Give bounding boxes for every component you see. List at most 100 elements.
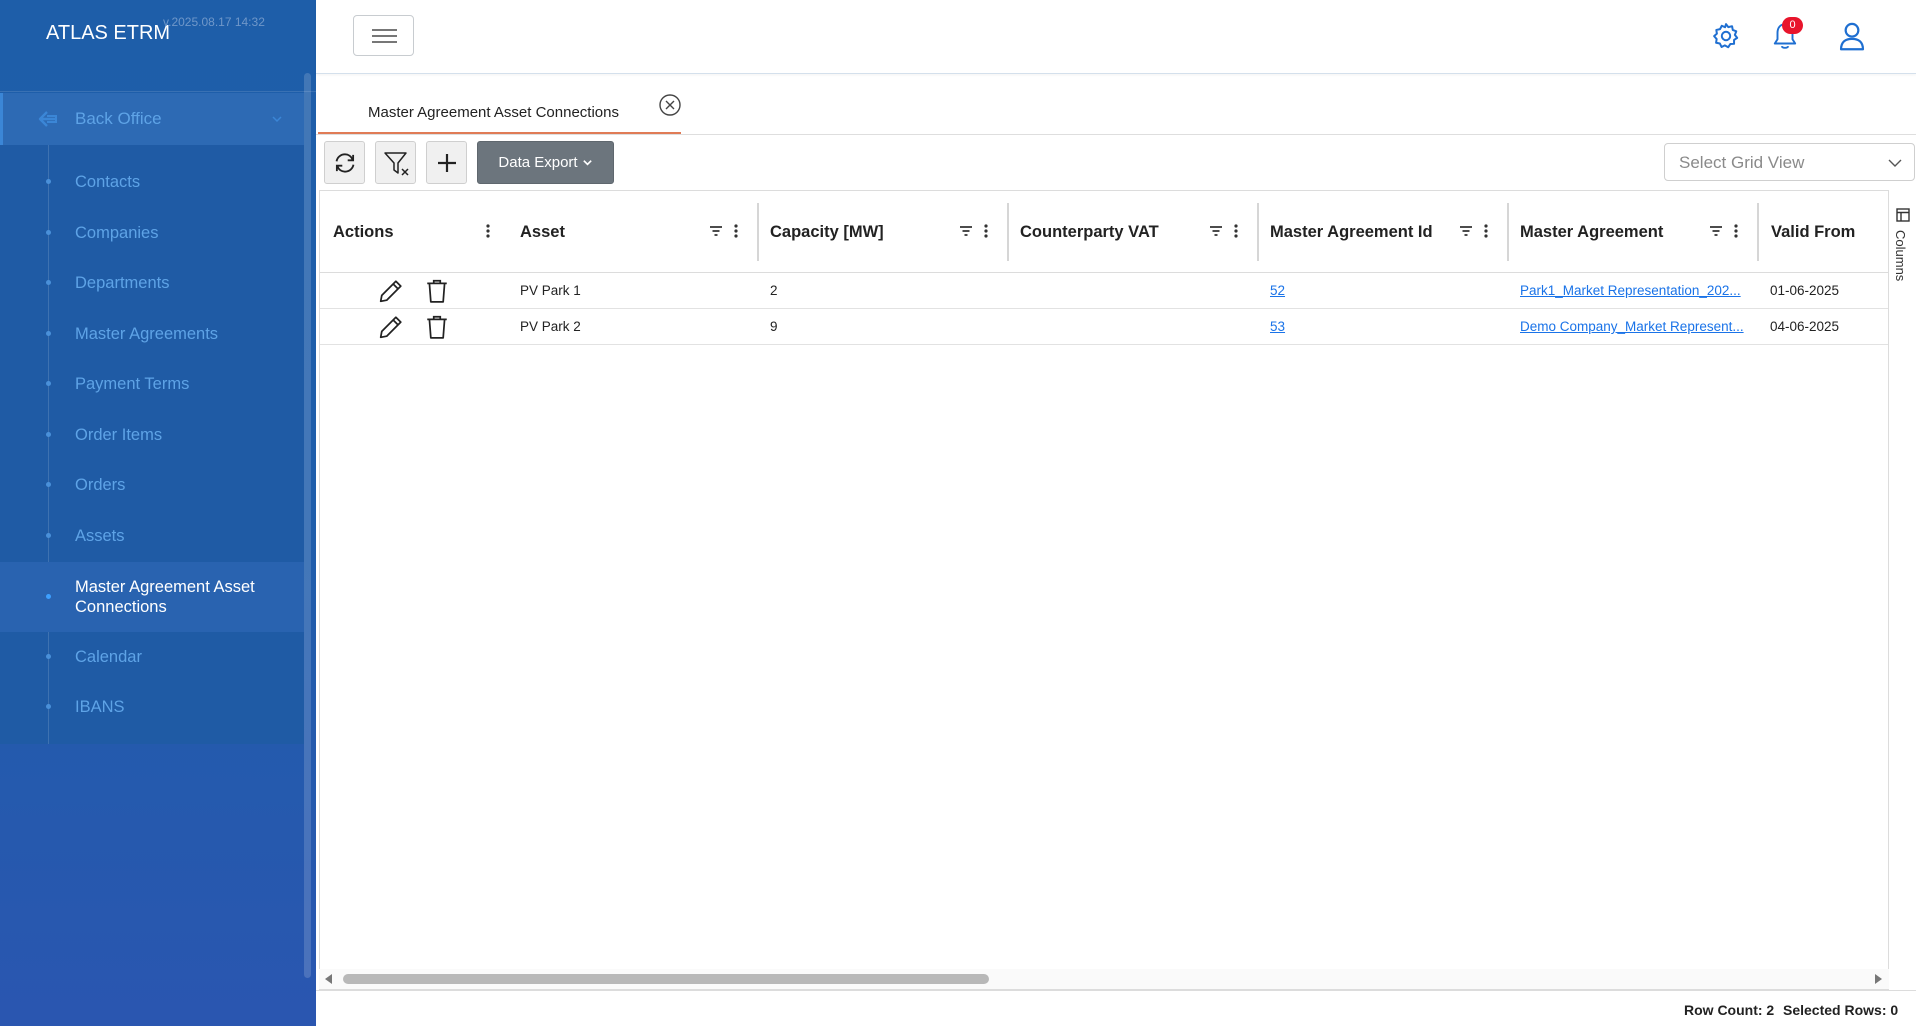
table-row[interactable]: PV Park 1 2 52 Park1_Market Representati… (320, 273, 1888, 309)
sidebar-item-label: Assets (75, 527, 125, 545)
scrollbar-thumb[interactable] (343, 974, 989, 984)
edit-pencil-icon[interactable] (378, 278, 404, 304)
grid-status-bar: Row Count: 2 Selected Rows: 0 (316, 990, 1916, 1026)
column-header-master-agreement[interactable]: Master Agreement (1509, 191, 1759, 273)
edit-pencil-icon[interactable] (378, 314, 404, 340)
bullet-icon (46, 654, 51, 659)
filter-icon[interactable] (709, 224, 723, 238)
columns-side-panel-toggle[interactable]: Columns (1888, 190, 1916, 990)
menu-toggle-button[interactable] (353, 15, 414, 56)
bullet-icon (46, 482, 51, 487)
sidebar-item-departments[interactable]: Departments (0, 258, 304, 308)
sidebar-item-label: IBANS (75, 698, 125, 716)
filter-icon[interactable] (959, 224, 973, 238)
column-title: Counterparty VAT (1020, 223, 1159, 241)
sidebar-item-calendar[interactable]: Calendar (0, 632, 304, 682)
close-icon[interactable] (658, 93, 682, 117)
gear-icon[interactable] (1712, 22, 1740, 50)
grid-header: Actions Asset Capacity [MW] Counterparty… (320, 191, 1888, 273)
column-header-actions[interactable]: Actions (320, 191, 508, 273)
sidebar-item-label: Master Agreements (75, 325, 219, 343)
refresh-icon (335, 153, 355, 173)
master-agreement-link[interactable]: Demo Company_Market Represent... (1520, 319, 1746, 334)
bullet-icon (46, 533, 51, 538)
top-header (316, 0, 1916, 74)
sidebar-item-master-agreements[interactable]: Master Agreements (0, 309, 304, 359)
data-export-dropdown-button[interactable]: Data Export (477, 141, 614, 184)
clear-filters-button[interactable] (375, 141, 416, 184)
delete-trash-icon[interactable] (424, 314, 450, 340)
table-row[interactable]: PV Park 2 9 53 Demo Company_Market Repre… (320, 309, 1888, 345)
column-menu-icon[interactable] (1233, 223, 1239, 239)
sidebar-item-contacts[interactable]: Contacts (0, 157, 304, 207)
column-header-master-agreement-id[interactable]: Master Agreement Id (1259, 191, 1509, 273)
column-header-asset[interactable]: Asset (508, 191, 759, 273)
menu-icon (372, 29, 397, 31)
filter-icon[interactable] (1709, 224, 1723, 238)
scroll-left-icon[interactable] (324, 974, 334, 984)
sidebar-item-orders[interactable]: Orders (0, 460, 304, 510)
column-title: Master Agreement Id (1270, 223, 1433, 241)
sidebar-item-label: Master Agreement Asset Connections (75, 578, 255, 616)
column-title: Capacity [MW] (770, 223, 884, 241)
master-agreement-link[interactable]: Park1_Market Representation_202... (1520, 283, 1746, 298)
sidebar-section-back-office[interactable]: Back Office (0, 93, 304, 145)
column-header-counterparty-vat[interactable]: Counterparty VAT (1009, 191, 1259, 273)
sidebar-divider (0, 91, 316, 92)
tab-master-agreement-asset-connections[interactable]: Master Agreement Asset Connections (318, 90, 681, 134)
chevron-down-icon (1888, 159, 1902, 167)
sidebar-item-order-items[interactable]: Order Items (0, 410, 304, 460)
column-menu-icon[interactable] (1483, 223, 1489, 239)
sidebar-section-label: Back Office (75, 109, 162, 128)
grid-view-select[interactable]: Select Grid View (1664, 143, 1915, 181)
bullet-icon (46, 179, 51, 184)
column-title: Asset (520, 223, 565, 241)
sidebar-item-master-agreement-asset-connections[interactable]: Master Agreement Asset Connections (0, 562, 304, 632)
sidebar-scrollbar[interactable] (304, 73, 311, 978)
selected-rows-status: Selected Rows: 0 (1783, 1002, 1898, 1018)
cell-asset: PV Park 1 (520, 283, 581, 298)
column-menu-icon[interactable] (1733, 223, 1739, 239)
column-header-valid-from[interactable]: Valid From (1759, 191, 1888, 273)
horizontal-scrollbar[interactable] (319, 969, 1889, 989)
column-menu-icon[interactable] (983, 223, 989, 239)
master-agreement-id-link[interactable]: 53 (1270, 319, 1330, 334)
sidebar-item-companies[interactable]: Companies (0, 208, 304, 258)
plus-icon (438, 154, 456, 172)
chevron-down-icon (582, 160, 592, 166)
delete-trash-icon[interactable] (424, 278, 450, 304)
bullet-icon (46, 594, 51, 599)
cell-valid-from: 01-06-2025 (1770, 283, 1840, 298)
bullet-icon (46, 331, 51, 336)
sidebar-item-payment-terms[interactable]: Payment Terms (0, 359, 304, 409)
column-menu-icon[interactable] (485, 223, 491, 239)
cell-valid-from: 04-06-2025 (1770, 319, 1840, 334)
app-version: v.2025.08.17 14:32 (163, 15, 265, 29)
sidebar: ATLAS ETRM v.2025.08.17 14:32 Back Offic… (0, 0, 316, 1026)
filter-icon[interactable] (1459, 224, 1473, 238)
row-count-value: 2 (1766, 1002, 1775, 1018)
cell-capacity: 2 (770, 283, 778, 298)
cell-asset: PV Park 2 (520, 319, 581, 334)
data-grid: Actions Asset Capacity [MW] Counterparty… (319, 190, 1889, 990)
scroll-right-icon[interactable] (1873, 974, 1883, 984)
column-menu-icon[interactable] (733, 223, 739, 239)
sidebar-item-label: Contacts (75, 173, 141, 191)
user-icon[interactable] (1838, 21, 1866, 51)
refresh-button[interactable] (324, 141, 365, 184)
column-header-capacity[interactable]: Capacity [MW] (759, 191, 1009, 273)
sidebar-item-assets[interactable]: Assets (0, 511, 304, 561)
sidebar-item-label: Calendar (75, 648, 142, 666)
data-export-label: Data Export (498, 154, 578, 171)
back-arrow-icon (38, 111, 57, 127)
column-title: Valid From (1771, 223, 1856, 241)
sidebar-item-label: Payment Terms (75, 375, 190, 393)
sidebar-item-ibans[interactable]: IBANS (0, 682, 304, 732)
filter-clear-icon (384, 152, 409, 176)
master-agreement-id-link[interactable]: 52 (1270, 283, 1330, 298)
app-title: ATLAS ETRM (46, 22, 171, 44)
filter-icon[interactable] (1209, 224, 1223, 238)
add-button[interactable] (426, 141, 467, 184)
bullet-icon (46, 704, 51, 709)
cell-capacity: 9 (770, 319, 778, 334)
